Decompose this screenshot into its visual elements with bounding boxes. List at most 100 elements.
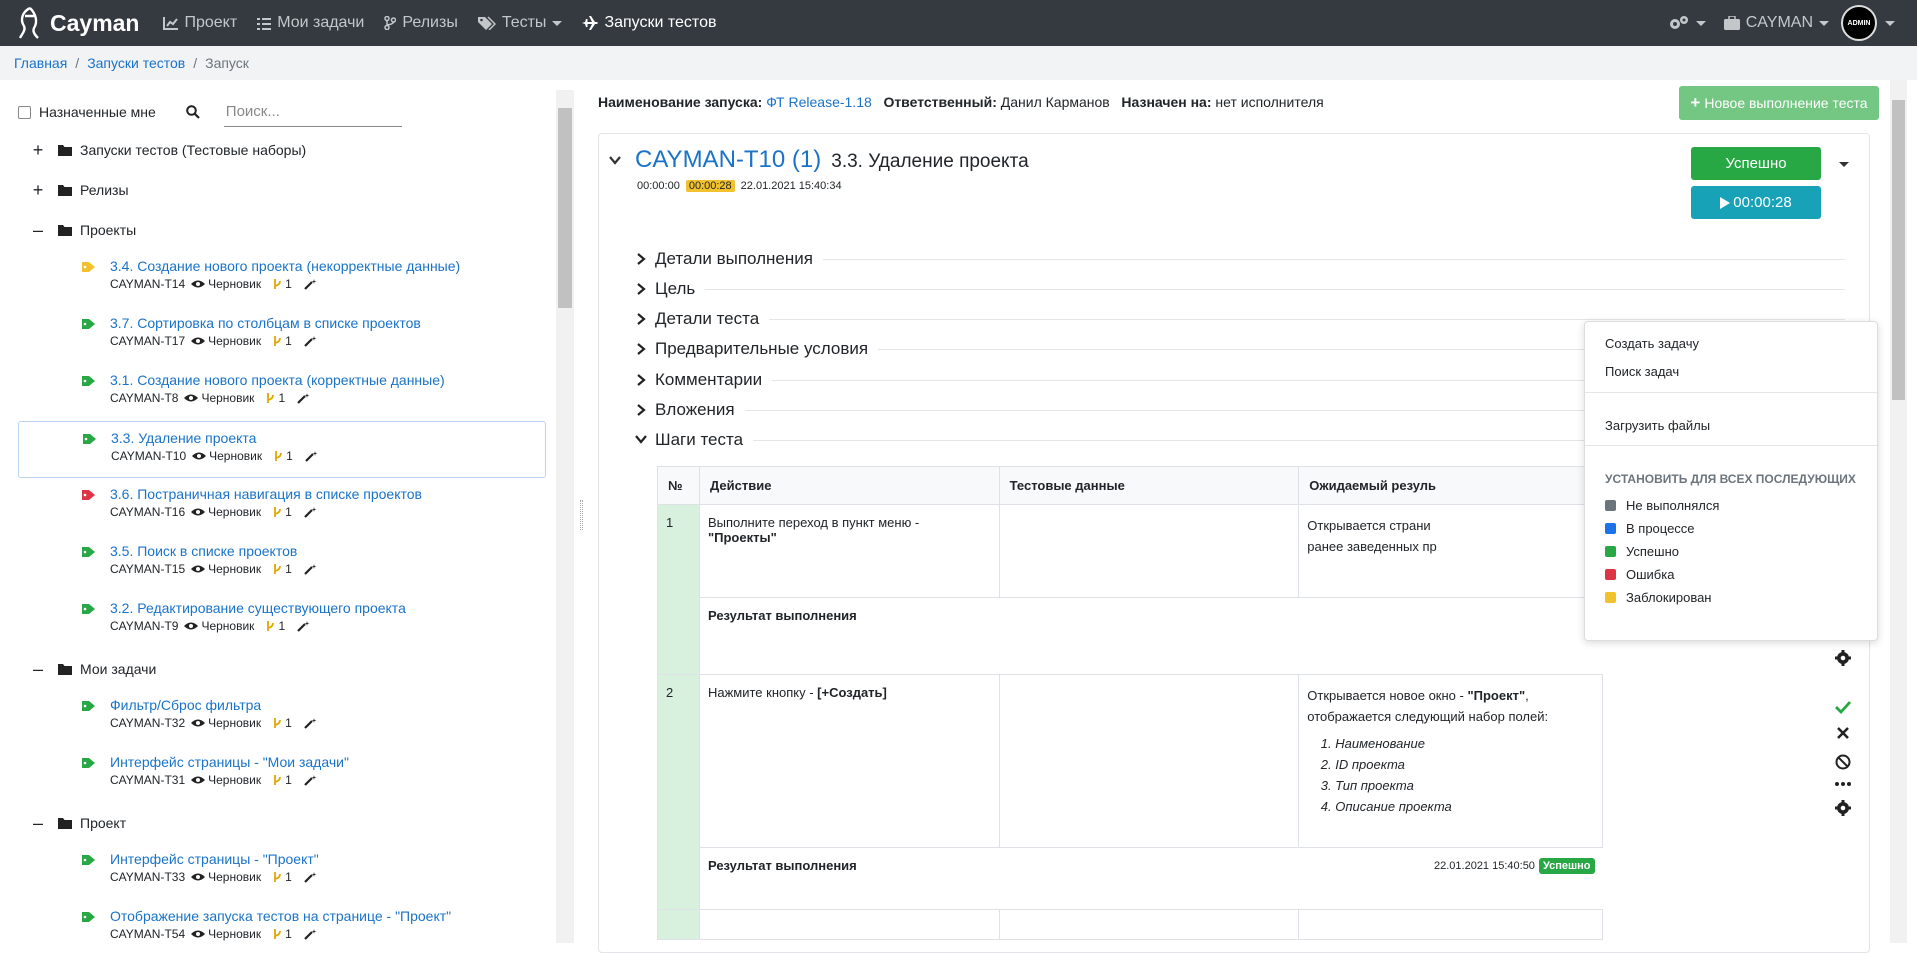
draft-label: Черновик xyxy=(208,870,262,884)
magic-wand-icon[interactable] xyxy=(304,563,317,575)
section-header[interactable]: Цель xyxy=(635,279,1845,299)
search-icon[interactable] xyxy=(185,105,200,119)
timer-play-button[interactable]: 00:00:28 xyxy=(1691,186,1821,219)
section-header[interactable]: Детали выполнения xyxy=(635,249,1845,269)
test-item[interactable]: 3.3. Удаление проекта CAYMAN-T10 Чернови… xyxy=(18,421,546,478)
expand-plus-icon[interactable]: + xyxy=(26,180,50,201)
test-case-id-link[interactable]: CAYMAN-T10 (1) xyxy=(635,146,821,174)
magic-wand-icon[interactable] xyxy=(305,450,318,462)
new-test-execution-button[interactable]: + Новое выполнение теста xyxy=(1679,86,1879,120)
menu-search-tasks[interactable]: Поиск задач xyxy=(1605,364,1679,379)
block-icon[interactable] xyxy=(1835,754,1851,770)
menu-status-item[interactable]: Ошибка xyxy=(1605,567,1674,582)
folder-releases[interactable]: + Релизы xyxy=(26,170,546,210)
search-input[interactable]: Поиск... xyxy=(223,97,402,127)
folder-icon xyxy=(58,663,72,675)
magic-wand-icon[interactable] xyxy=(297,392,310,404)
magic-wand-icon[interactable] xyxy=(297,620,310,632)
test-title[interactable]: Интерфейс страницы - "Проект" xyxy=(82,843,546,867)
list-item: ID проекта xyxy=(1335,754,1594,775)
test-item[interactable]: 3.7. Сортировка по столбцам в списке про… xyxy=(26,307,546,364)
test-title[interactable]: Фильтр/Сброс фильтра xyxy=(82,689,546,713)
check-icon[interactable] xyxy=(1835,700,1851,714)
magic-wand-icon[interactable] xyxy=(304,278,317,290)
test-item[interactable]: 3.2. Редактирование существующего проект… xyxy=(26,592,546,649)
test-title[interactable]: Отображение запуска тестов на странице -… xyxy=(82,900,546,924)
org-menu[interactable]: CAYMAN xyxy=(1723,14,1829,32)
assigned-to-me-checkbox[interactable] xyxy=(18,105,31,119)
menu-status-label: В процессе xyxy=(1626,521,1695,536)
menu-status-item[interactable]: В процессе xyxy=(1605,521,1695,536)
collapse-minus-icon[interactable]: – xyxy=(26,659,50,680)
breadcrumb-test-runs[interactable]: Запуски тестов xyxy=(87,55,185,71)
collapse-minus-icon[interactable]: – xyxy=(26,813,50,834)
test-title[interactable]: 3.5. Поиск в списке проектов xyxy=(82,535,546,559)
magic-wand-icon[interactable] xyxy=(304,506,317,518)
nav-tests[interactable]: Тесты xyxy=(468,0,573,46)
close-icon[interactable] xyxy=(1837,727,1849,739)
nav-test-runs[interactable]: Запуски тестов xyxy=(572,0,726,46)
test-title[interactable]: 3.2. Редактирование существующего проект… xyxy=(82,592,546,616)
folder-projects[interactable]: – Проекты xyxy=(26,210,546,250)
test-item[interactable]: 3.4. Создание нового проекта (некорректн… xyxy=(26,250,546,307)
nav-my-tasks[interactable]: Мои задачи xyxy=(247,0,374,46)
settings-menu[interactable] xyxy=(1668,15,1706,31)
magic-wand-icon[interactable] xyxy=(304,717,317,729)
avatar[interactable]: ADMIN xyxy=(1841,5,1877,41)
draft-status: Черновик xyxy=(191,334,267,348)
menu-status-item[interactable]: Не выполнялся xyxy=(1605,498,1719,513)
test-title[interactable]: 3.1. Создание нового проекта (корректные… xyxy=(82,364,546,388)
main-scrollbar[interactable] xyxy=(1890,80,1907,943)
test-item[interactable]: Фильтр/Сброс фильтра CAYMAN-T32 Черновик… xyxy=(26,689,546,746)
folder-test-runs[interactable]: + Запуски тестов (Тестовые наборы) xyxy=(26,130,546,170)
chevron-down-icon xyxy=(1819,20,1829,26)
expected-fields-list: Наименование ID проекта Тип проекта Опис… xyxy=(1335,733,1594,817)
breadcrumb-separator: / xyxy=(75,55,80,71)
menu-status-item[interactable]: Успешно xyxy=(1605,544,1679,559)
panel-splitter[interactable] xyxy=(578,80,586,943)
test-title[interactable]: Интерфейс страницы - "Мои задачи" xyxy=(82,746,546,770)
folder-project[interactable]: – Проект xyxy=(26,803,546,843)
status-success-button[interactable]: Успешно xyxy=(1691,147,1821,180)
test-title[interactable]: 3.6. Постраничная навигация в списке про… xyxy=(82,478,546,502)
test-item[interactable]: Интерфейс страницы - "Мои задачи" CAYMAN… xyxy=(26,746,546,803)
more-dots-icon[interactable] xyxy=(1835,782,1851,786)
eye-icon xyxy=(191,719,206,727)
test-title[interactable]: 3.4. Создание нового проекта (некорректн… xyxy=(82,250,546,274)
gear-icon[interactable] xyxy=(1835,650,1851,666)
test-title[interactable]: 3.7. Сортировка по столбцам в списке про… xyxy=(82,307,546,331)
chevron-down-icon[interactable] xyxy=(609,155,621,165)
tree-scrollbar[interactable] xyxy=(556,90,574,943)
version-label: 1 xyxy=(285,562,292,576)
nav-project[interactable]: Проект xyxy=(153,0,247,46)
draft-label: Черновик xyxy=(208,773,262,787)
nav-releases[interactable]: Релизы xyxy=(374,0,467,46)
breadcrumb-home[interactable]: Главная xyxy=(14,55,67,71)
test-item[interactable]: 3.6. Постраничная навигация в списке про… xyxy=(26,478,546,535)
test-item[interactable]: Интерфейс страницы - "Проект" CAYMAN-T33… xyxy=(26,843,546,900)
test-item[interactable]: 3.1. Создание нового проекта (корректные… xyxy=(26,364,546,421)
gear-icon[interactable] xyxy=(1835,800,1851,816)
list-item: Наименование xyxy=(1335,733,1594,754)
run-name-link[interactable]: ФТ Release-1.18 xyxy=(766,94,872,110)
test-item[interactable]: Отображение запуска тестов на странице -… xyxy=(26,900,546,957)
magic-wand-icon[interactable] xyxy=(304,774,317,786)
magic-wand-icon[interactable] xyxy=(304,928,317,940)
menu-upload-files[interactable]: Загрузить файлы xyxy=(1605,418,1710,433)
menu-create-task[interactable]: Создать задачу xyxy=(1605,336,1699,351)
version-label: 1 xyxy=(285,870,292,884)
brand[interactable]: Cayman xyxy=(16,6,139,40)
main-scrollbar-thumb[interactable] xyxy=(1892,100,1905,400)
step-result-date: 22.01.2021 15:40:50 xyxy=(1434,859,1535,872)
expand-plus-icon[interactable]: + xyxy=(26,140,50,161)
chevron-down-icon[interactable] xyxy=(1839,162,1849,167)
test-item[interactable]: 3.5. Поиск в списке проектов CAYMAN-T15 … xyxy=(26,535,546,592)
test-title[interactable]: 3.3. Удаление проекта xyxy=(83,422,545,446)
tree-scrollbar-thumb[interactable] xyxy=(558,108,572,308)
folder-my-tasks[interactable]: – Мои задачи xyxy=(26,649,546,689)
menu-status-item[interactable]: Заблокирован xyxy=(1605,590,1711,605)
collapse-minus-icon[interactable]: – xyxy=(26,220,50,241)
magic-wand-icon[interactable] xyxy=(304,335,317,347)
magic-wand-icon[interactable] xyxy=(304,871,317,883)
test-steps-table: № Действие Тестовые данные Ожидаемый рез… xyxy=(657,466,1603,940)
